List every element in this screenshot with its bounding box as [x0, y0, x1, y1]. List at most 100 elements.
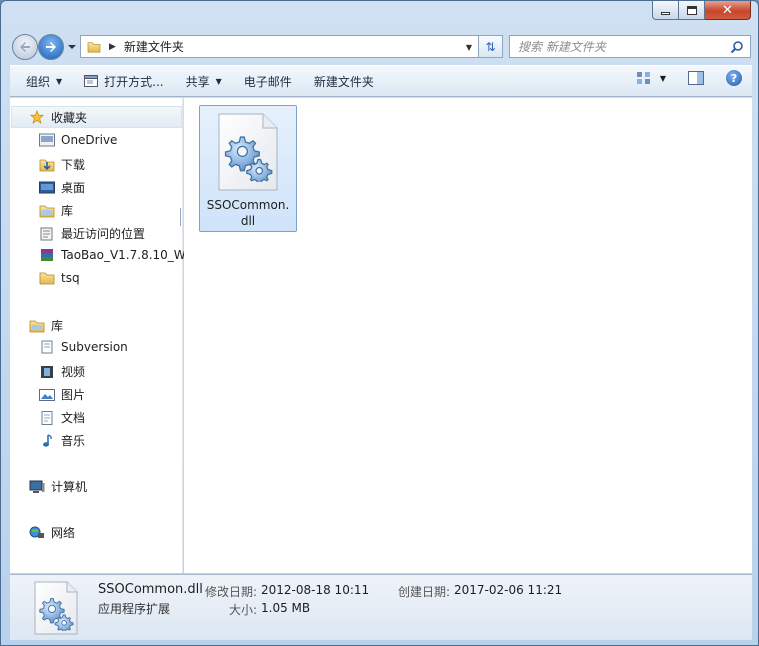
- desktop-icon: [39, 181, 55, 193]
- sidebar-item-favorites[interactable]: 收藏夹: [11, 106, 182, 128]
- library-folder-icon: [29, 319, 45, 333]
- organize-label: 组织: [26, 74, 51, 89]
- network-icon: [29, 526, 44, 538]
- breadcrumb-chevron-icon[interactable]: ▶: [109, 42, 116, 52]
- details-file-type: 应用程序扩展: [98, 602, 171, 616]
- details-created-value: 2017-02-06 11:21: [454, 583, 563, 597]
- forward-button[interactable]: [38, 34, 64, 60]
- address-history-dropdown-icon[interactable]: ▼: [466, 43, 472, 52]
- search-icon[interactable]: [730, 40, 744, 54]
- sidebar-item-subversion[interactable]: Subversion: [39, 340, 128, 354]
- help-icon[interactable]: ?: [726, 70, 742, 86]
- navigation-bar: ▶ 新建文件夹 ▼ ⇅: [10, 32, 752, 60]
- change-view-icon[interactable]: [636, 70, 652, 86]
- details-modified-label: 修改日期:: [205, 585, 258, 599]
- sidebar-item-taobao-archive[interactable]: TaoBao_V1.7.8.10_Wi: [39, 248, 186, 262]
- share-label: 共享: [185, 74, 210, 89]
- open-with-icon: [84, 75, 99, 87]
- details-modified-value: 2012-08-18 10:11: [261, 583, 370, 597]
- sidebar-item-label: 计算机: [51, 480, 88, 494]
- share-button[interactable]: 共享 ▼: [178, 69, 230, 93]
- sidebar-item-music[interactable]: 音乐: [39, 432, 85, 449]
- sidebar-item-label: 图片: [61, 388, 86, 402]
- sidebar-item-pictures[interactable]: 图片: [39, 386, 85, 403]
- open-with-label: 打开方式...: [104, 74, 164, 89]
- sidebar-item-onedrive[interactable]: OneDrive: [39, 133, 117, 147]
- details-pane: SSOCommon.dll 应用程序扩展 修改日期: 2012-08-18 10…: [10, 574, 752, 640]
- sidebar-item-label: TaoBao_V1.7.8.10_Wi: [61, 248, 186, 262]
- search-box: [509, 35, 751, 58]
- sidebar-item-libraries[interactable]: 库: [29, 317, 63, 334]
- dll-gear-icon: [218, 113, 278, 191]
- sidebar-item-label: 音乐: [61, 434, 86, 448]
- organize-button[interactable]: 组织 ▼: [18, 69, 70, 93]
- music-icon: [43, 433, 52, 447]
- caption-buttons: ✕: [652, 1, 751, 20]
- onedrive-icon: [39, 133, 55, 147]
- email-button[interactable]: 电子邮件: [236, 69, 300, 93]
- close-icon: ✕: [722, 2, 733, 18]
- file-item-ssocommon[interactable]: SSOCommon.dll: [199, 105, 297, 232]
- refresh-button[interactable]: ⇅: [478, 35, 503, 58]
- close-button[interactable]: ✕: [705, 1, 751, 20]
- sidebar-item-desktop[interactable]: 桌面: [39, 179, 85, 196]
- sidebar-item-downloads[interactable]: 下载: [39, 156, 85, 173]
- minimize-icon: [661, 11, 670, 15]
- refresh-icon: ⇅: [485, 39, 496, 54]
- address-bar[interactable]: ▶ 新建文件夹 ▼: [80, 35, 503, 58]
- downloads-folder-icon: [39, 158, 55, 172]
- document-library-icon: [41, 340, 53, 354]
- details-size-label: 大小:: [229, 603, 258, 617]
- recent-pages-dropdown-icon[interactable]: [68, 43, 76, 51]
- open-with-button[interactable]: 打开方式...: [76, 69, 171, 93]
- sidebar-header-libraries: 库: [51, 319, 64, 333]
- new-folder-button[interactable]: 新建文件夹: [306, 69, 382, 93]
- folder-icon: [39, 271, 55, 285]
- sidebar-item-label: 下载: [61, 158, 86, 172]
- computer-icon: [29, 480, 45, 493]
- picture-icon: [39, 388, 55, 401]
- breadcrumb-current-folder[interactable]: 新建文件夹: [124, 38, 184, 55]
- video-icon: [41, 365, 53, 378]
- view-options-dropdown-icon[interactable]: ▼: [660, 74, 666, 83]
- library-folder-icon: [39, 204, 55, 218]
- sidebar-item-tsq[interactable]: tsq: [39, 271, 80, 285]
- folder-icon: [87, 41, 101, 53]
- file-name: SSOCommon.dll: [206, 198, 290, 228]
- sidebar-item-recent-places[interactable]: 最近访问的位置: [39, 225, 145, 242]
- back-button[interactable]: [12, 34, 38, 60]
- view-controls: ▼ ?: [636, 70, 742, 86]
- sidebar-item-documents[interactable]: 文档: [39, 409, 85, 426]
- sidebar-header-favorites: 收藏夹: [51, 110, 88, 125]
- details-file-name: SSOCommon.dll: [98, 582, 203, 597]
- chevron-down-icon: ▼: [215, 76, 222, 86]
- scrollbar-divider: [180, 208, 181, 226]
- sidebar-item-label: 最近访问的位置: [61, 227, 146, 241]
- winrar-archive-icon: [41, 249, 53, 261]
- chevron-down-icon: ▼: [56, 76, 63, 86]
- back-arrow-icon: [20, 42, 30, 52]
- maximize-icon: [686, 5, 697, 15]
- sidebar-item-label: 网络: [51, 526, 76, 540]
- sidebar-item-network[interactable]: 网络: [29, 524, 75, 541]
- sidebar-item-videos[interactable]: 视频: [39, 363, 85, 380]
- explorer-window: ✕ ▶ 新建文件夹 ▼ ⇅ 组织 ▼: [0, 0, 759, 646]
- preview-pane-icon[interactable]: [688, 71, 704, 85]
- email-label: 电子邮件: [243, 74, 292, 89]
- details-created-label: 创建日期:: [398, 585, 451, 599]
- dll-gear-icon: [34, 581, 78, 635]
- forward-arrow-icon: [46, 42, 56, 52]
- maximize-button[interactable]: [679, 1, 705, 20]
- star-icon: [29, 110, 45, 124]
- navigation-pane: 收藏夹 OneDrive 下载 桌面 库 最近访问的位置 TaoBao_V1.7…: [10, 98, 186, 573]
- sidebar-item-label: OneDrive: [61, 133, 118, 147]
- command-bar: 组织 ▼ 打开方式... 共享 ▼ 电子邮件 新建文件夹 ▼ ?: [10, 65, 752, 97]
- minimize-button[interactable]: [652, 1, 679, 20]
- sidebar-item-label: tsq: [61, 271, 80, 285]
- search-input[interactable]: [518, 39, 728, 54]
- sidebar-item-library-shortcut[interactable]: 库: [39, 202, 73, 219]
- document-icon: [41, 410, 53, 425]
- recent-places-icon: [40, 227, 53, 240]
- sidebar-item-computer[interactable]: 计算机: [29, 478, 87, 495]
- new-folder-label: 新建文件夹: [313, 74, 374, 89]
